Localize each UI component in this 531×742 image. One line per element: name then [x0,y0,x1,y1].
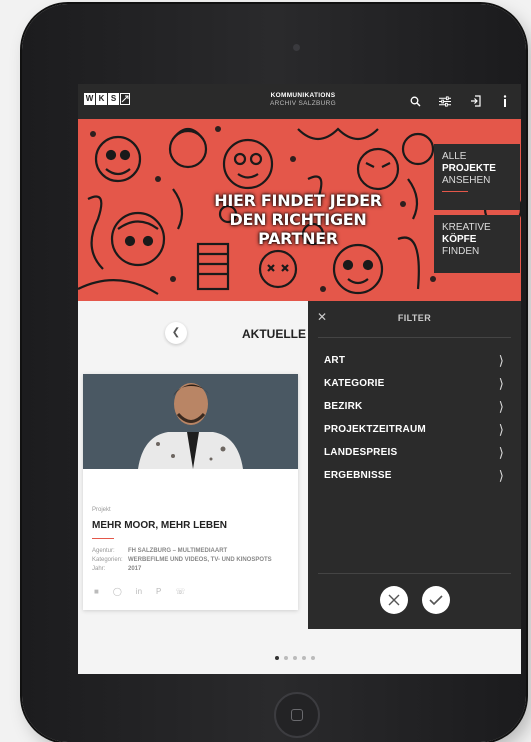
pinterest-icon[interactable]: P [156,587,161,596]
tablet-device: WKS KOMMUNIKATIONS ARCHIV SALZBURG HIER … [22,4,526,742]
section-title: AKTUELLE P [242,327,318,341]
close-icon [388,594,400,606]
chevron-right-icon: ⟩ [498,398,504,414]
carousel-prev-button[interactable]: ❮ [165,322,187,344]
project-card[interactable]: Projekt MEHR MOOR, MEHR LEBEN Agentur: FH… [83,374,298,610]
top-navigation-bar: WKS KOMMUNIKATIONS ARCHIV SALZBURG [78,84,521,119]
chevron-right-icon: ⟩ [498,375,504,391]
filter-item-bezirk[interactable]: BEZIRK ⟩ [324,395,504,418]
chevron-right-icon: ⟩ [498,467,504,483]
project-image [83,374,298,469]
camera [293,44,300,51]
filter-item-landespreis[interactable]: LANDESPREIS ⟩ [324,441,504,464]
filter-item-kategorie[interactable]: KATEGORIE ⟩ [324,372,504,395]
apply-filter-button[interactable] [422,586,450,614]
filter-list: ART ⟩ KATEGORIE ⟩ BEZIRK ⟩ PROJEKTZEITRAUM ⟩… [324,349,504,487]
brand-title: KOMMUNIKATIONS ARCHIV SALZBURG [270,92,336,107]
pagination-dot[interactable] [284,656,288,660]
filter-panel: ✕ FILTER ART ⟩ KATEGORIE ⟩ BEZIRK ⟩ PROJEKT… [308,301,521,629]
share-icons: ■ ◯ in P ☏ [94,587,185,596]
hero-title: HIER FINDET JEDER DEN RICHTIGEN PARTNER [214,191,382,248]
card-title[interactable]: MEHR MOOR, MEHR LEBEN [92,520,227,531]
card-label: Projekt [92,507,111,513]
creative-minds-button[interactable]: KREATIVE KÖPFE FINDEN [434,215,520,273]
chevron-right-icon: ⟩ [498,352,504,368]
all-projects-button[interactable]: ALLE PROJEKTE ANSEHEN [434,144,520,210]
pagination-dot[interactable] [302,656,306,660]
pagination-dot[interactable] [293,656,297,660]
reset-filter-button[interactable] [380,586,408,614]
facebook-icon[interactable]: ■ [94,587,99,596]
pagination-dot[interactable] [275,656,279,660]
filter-item-art[interactable]: ART ⟩ [324,349,504,372]
linkedin-icon[interactable]: in [136,587,142,596]
card-meta: Agentur: FH SALZBURG – MULTIMEDIAART Kate… [92,548,272,572]
filter-item-ergebnisse[interactable]: ERGEBNISSE ⟩ [324,464,504,487]
login-icon[interactable] [469,94,481,108]
pagination-dots [275,656,315,660]
whatsapp-icon[interactable]: ☏ [175,587,185,596]
checkmark-icon [429,595,443,606]
chevron-right-icon: ⟩ [498,421,504,437]
search-icon[interactable] [409,94,421,108]
home-button[interactable] [274,692,320,738]
instagram-icon[interactable]: ◯ [113,587,122,596]
pagination-dot[interactable] [311,656,315,660]
screen: WKS KOMMUNIKATIONS ARCHIV SALZBURG HIER … [78,84,521,674]
filter-title: FILTER [397,313,432,323]
sliders-icon[interactable] [439,94,451,108]
info-icon[interactable] [499,94,511,108]
chevron-right-icon: ⟩ [498,444,504,460]
wks-logo[interactable]: WKS [84,93,130,108]
filter-item-projektzeitraum[interactable]: PROJEKTZEITRAUM ⟩ [324,418,504,441]
